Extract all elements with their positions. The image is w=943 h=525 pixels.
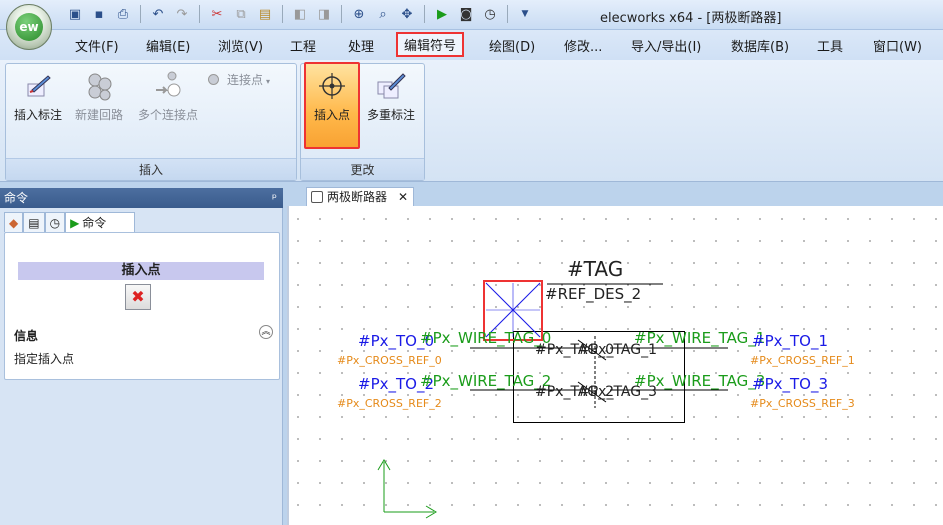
- symbol-wires: [377, 282, 728, 519]
- app-logo-icon: ew: [15, 13, 43, 41]
- px-cross-ref-2: #Px_CROSS_REF_2: [337, 397, 442, 410]
- px-cross-ref-0: #Px_CROSS_REF_0: [337, 354, 442, 367]
- px-wire-tag-0: #Px_WIRE_TAG_0: [420, 329, 552, 347]
- ref-des-label: #REF_DES_2: [545, 285, 642, 303]
- px-cross-ref-3: #Px_CROSS_REF_3: [750, 397, 855, 410]
- px-cross-ref-1: #Px_CROSS_REF_1: [750, 354, 855, 367]
- px-to-1: #Px_TO_1: [752, 332, 829, 350]
- application-button[interactable]: ew: [6, 4, 52, 50]
- px-tag-3: #Px_TAG_3: [578, 384, 658, 400]
- px-tag-1: #Px_TAG_1: [578, 342, 658, 358]
- px-wire-tag-2: #Px_WIRE_TAG_2: [420, 372, 552, 390]
- tag-label: #TAG: [567, 257, 624, 281]
- px-to-3: #Px_TO_3: [752, 375, 829, 393]
